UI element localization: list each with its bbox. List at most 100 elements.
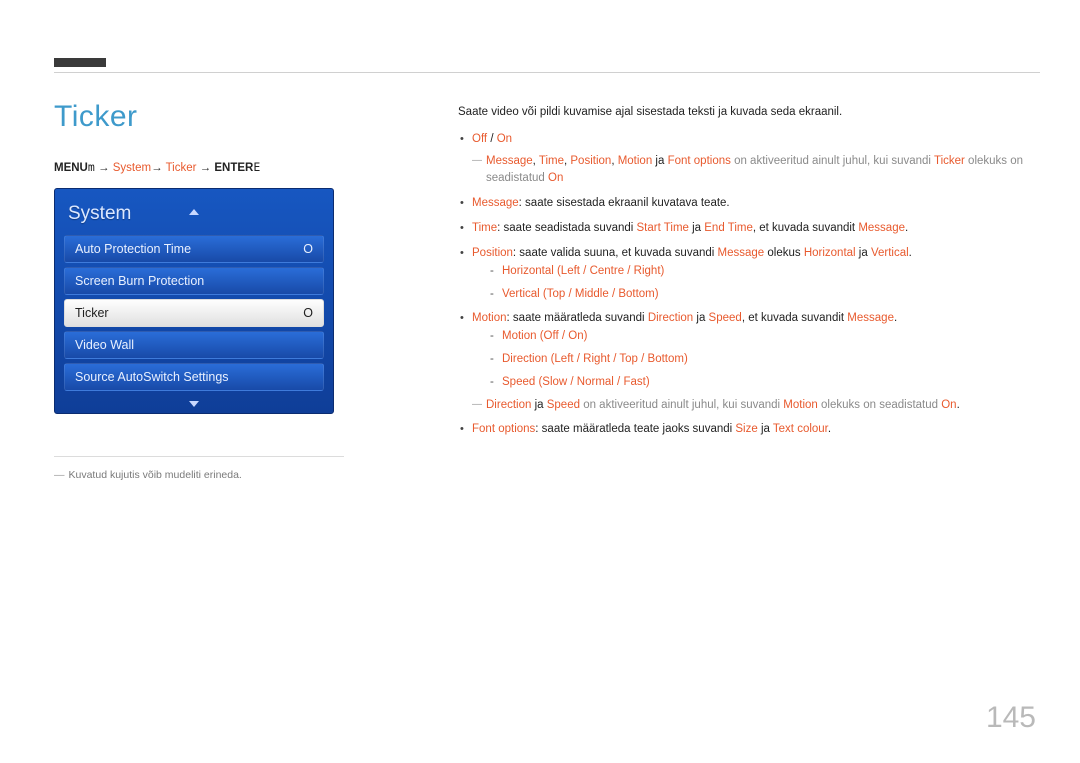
k-fontoptions: Font options [472,423,535,435]
opt-on: On [497,133,512,145]
sub-motion: Motion (Off / On) [502,328,1032,346]
v: (Left / Centre / Right) [554,265,665,277]
list-item-message: Message: saate sisestada ekraanil kuvata… [472,195,1032,213]
t: ja [856,247,871,259]
sub-speed: Speed (Slow / Normal / Fast) [502,374,1032,392]
t: ja [652,155,667,167]
v: (Slow / Normal / Fast) [535,376,649,388]
menu-path: MENUm → System→ Ticker → ENTERE [54,160,344,174]
t: , et kuvada suvandit [742,312,847,324]
page-number: 145 [986,701,1036,735]
path-arrow-2: → [151,162,163,174]
section-heading: Ticker [54,100,344,134]
t: olekus [764,247,804,259]
opt-off: Off [472,133,487,145]
k: Horizontal [502,265,554,277]
note-activation: Message, Time, Position, Motion ja Font … [472,153,1032,189]
v: (Left / Right / Top / Bottom) [547,353,687,365]
k-message: Message [858,222,905,234]
v: (Top / Middle / Bottom) [540,288,659,300]
k-vertical: Vertical [871,247,909,259]
list-item-time: Time: saate seadistada suvandi Start Tim… [472,220,1032,238]
k-message: Message [718,247,765,259]
t: . [894,312,897,324]
right-column: Saate video või pildi kuvamise ajal sise… [458,104,1032,446]
k-on: On [548,172,563,184]
sub-horizontal: Horizontal (Left / Centre / Right) [502,263,1032,281]
k-speed: Speed [709,312,742,324]
k-direction: Direction [486,399,531,411]
panel-item-label: Screen Burn Protection [75,274,204,288]
k-message: Message [472,197,519,209]
k: Vertical [502,288,540,300]
t: ja [758,423,773,435]
enter-icon: E [253,160,260,174]
k-motion: Motion [618,155,653,167]
path-menu: MENU [54,162,88,174]
v: (Off / On) [537,330,588,342]
path-arrow-1: → [98,162,110,174]
sub-vertical: Vertical (Top / Middle / Bottom) [502,286,1032,304]
k-font: Font options [668,155,731,167]
dash-icon: ― [54,469,65,481]
path-arrow-3: → [200,162,212,174]
t: . [909,247,912,259]
k-textcolour: Text colour [773,423,828,435]
t: ja [693,312,708,324]
scroll-up-icon[interactable] [189,209,199,215]
t: ja [531,399,546,411]
k: Motion [502,330,537,342]
note-motion-activation: Direction ja Speed on aktiveeritud ainul… [472,397,1032,415]
k-horizontal: Horizontal [804,247,856,259]
k-direction: Direction [648,312,693,324]
k-motion: Motion [472,312,507,324]
panel-item-label: Ticker [75,306,109,320]
panel-item-label: Auto Protection Time [75,242,191,256]
t: : saate seadistada suvandi [497,222,636,234]
t: olekuks on seadistatud [818,399,941,411]
k-message: Message [486,155,533,167]
t: : saate sisestada ekraanil kuvatava teat… [519,197,730,209]
t: . [828,423,831,435]
list-item-position: Position: saate valida suuna, et kuvada … [472,245,1032,303]
k-on: On [941,399,956,411]
k-starttime: Start Time [637,222,689,234]
sublist-motion: Motion (Off / On) Direction (Left / Righ… [472,328,1032,391]
t: on aktiveeritud ainult juhul, kui suvand… [580,399,783,411]
footnote-rule [54,456,344,457]
sep: / [487,133,497,145]
panel-item-ticker[interactable]: Ticker O [64,299,324,327]
left-column: Ticker MENUm → System→ Ticker → ENTERE S… [54,100,344,481]
path-system: System [113,162,151,174]
k-motion: Motion [783,399,818,411]
k-time: Time [472,222,497,234]
menu-icon: m [88,160,95,174]
footnote: ― Kuvatud kujutis võib mudeliti erineda. [54,469,344,481]
k-position: Position [472,247,513,259]
t: . [905,222,908,234]
k-endtime: End Time [704,222,753,234]
k: Direction [502,353,547,365]
k-size: Size [735,423,757,435]
panel-item-label: Video Wall [75,338,134,352]
t: : saate määratleda teate jaoks suvandi [535,423,735,435]
panel-item-screen-burn[interactable]: Screen Burn Protection [64,267,324,295]
footnote-text: Kuvatud kujutis võib mudeliti erineda. [69,469,242,481]
k-position: Position [570,155,611,167]
osd-panel: System Auto Protection Time O Screen Bur… [54,188,334,414]
panel-item-auto-protection[interactable]: Auto Protection Time O [64,235,324,263]
k: Speed [502,376,535,388]
t: : saate valida suuna, et kuvada suvandi [513,247,718,259]
path-ticker: Ticker [166,162,197,174]
t: ja [689,222,704,234]
header-stub [54,58,106,67]
k-ticker: Ticker [934,155,965,167]
t: . [957,399,960,411]
scroll-down-icon[interactable] [189,401,199,407]
panel-title: System [64,199,324,235]
intro-text: Saate video või pildi kuvamise ajal sise… [458,104,1032,122]
panel-item-source-autoswitch[interactable]: Source AutoSwitch Settings [64,363,324,391]
list-item-font: Font options: saate määratleda teate jao… [472,421,1032,439]
t: , et kuvada suvandit [753,222,858,234]
panel-item-video-wall[interactable]: Video Wall [64,331,324,359]
